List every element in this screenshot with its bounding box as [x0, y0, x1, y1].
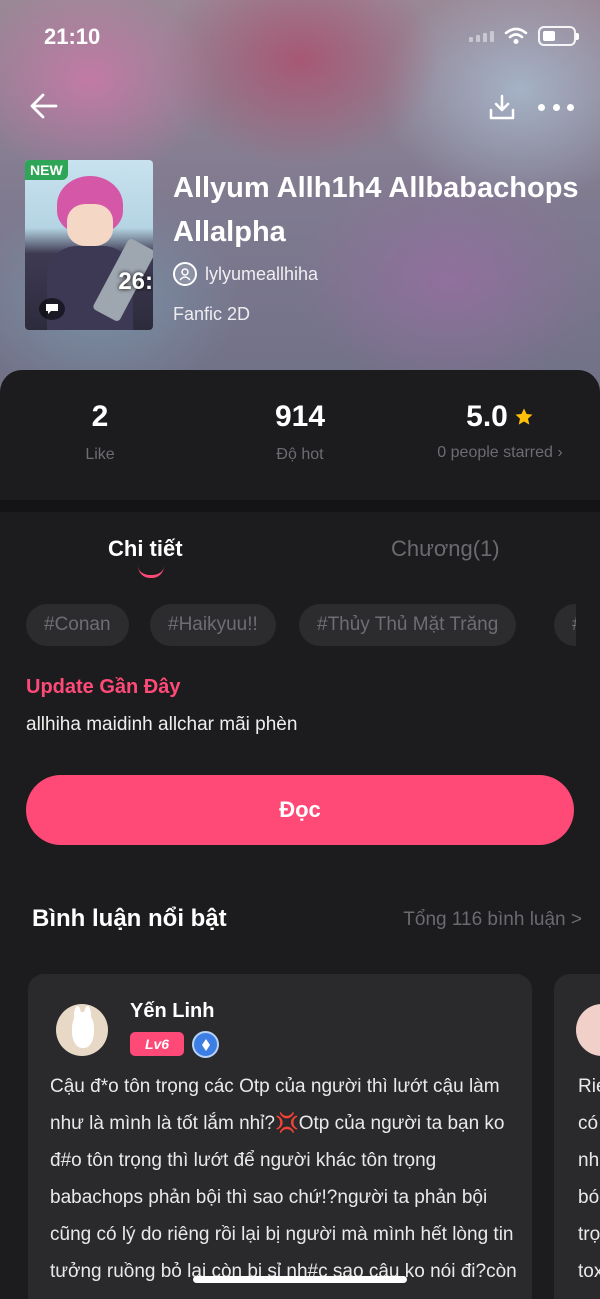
story-title: Allyum Allh1h4 Allbabachops Allalpha: [173, 172, 579, 248]
stat-like: 2 Like: [85, 400, 115, 463]
author-avatar-icon: [173, 262, 197, 286]
story-detail-sheet: 2 Like 914 Độ hot 5.0 0 people starred ›…: [0, 370, 600, 1299]
back-button[interactable]: [28, 90, 60, 122]
tab-bar: Chi tiết Chương(1): [0, 530, 600, 580]
download-button[interactable]: [487, 92, 517, 122]
new-badge: NEW: [25, 160, 68, 180]
achievement-badge-icon: [192, 1031, 219, 1058]
read-button[interactable]: Đọc: [26, 775, 574, 845]
signal-icon: [469, 30, 494, 42]
comment-card[interactable]: Yến Linh Lv6 Cậu đ*o tôn trọng các Otp c…: [28, 974, 532, 1299]
tag-chip[interactable]: #Thủy Thủ Mặt Trăng: [299, 604, 517, 646]
comments-heading: Bình luận nổi bật: [32, 905, 227, 932]
tag-chip[interactable]: #Conan: [26, 604, 129, 646]
author-row[interactable]: lylyumeallhiha: [173, 262, 318, 286]
comment-text: Rie có nh bó trọ tox kh: [578, 1076, 600, 1299]
comment-card[interactable]: Rie có nh bó trọ tox kh: [554, 974, 600, 1299]
stats-row: 2 Like 914 Độ hot 5.0 0 people starred ›: [0, 370, 600, 500]
battery-icon: [538, 26, 579, 46]
update-text: allhiha maidinh allchar mãi phèn: [26, 714, 298, 735]
tab-chapters[interactable]: Chương(1): [391, 536, 500, 562]
all-comments-link[interactable]: Tổng 116 bình luận >: [403, 909, 582, 931]
status-icons: [469, 26, 579, 46]
tag-chip[interactable]: #: [554, 604, 576, 646]
home-indicator[interactable]: [193, 1276, 407, 1283]
tab-details[interactable]: Chi tiết: [108, 536, 183, 562]
tag-list: #Conan #Haikyuu!! #Thủy Thủ Mặt Trăng #: [26, 604, 576, 648]
status-time: 21:10: [44, 24, 101, 49]
level-badge: Lv6: [130, 1032, 184, 1056]
arrow-left-icon: [30, 93, 58, 119]
stat-hot: 914 Độ hot: [274, 400, 326, 463]
section-divider: [0, 500, 600, 512]
update-heading: Update Gần Đây: [26, 676, 181, 698]
story-cover[interactable]: NEW 26:: [25, 160, 153, 330]
avatar[interactable]: [576, 1004, 600, 1056]
cover-number: 26:: [118, 268, 153, 295]
more-options-button[interactable]: [538, 92, 574, 122]
rating-value: 5.0: [466, 400, 508, 433]
chat-bubble-icon: [39, 298, 65, 320]
star-icon: [515, 408, 533, 425]
avatar[interactable]: [56, 1004, 108, 1056]
download-icon: [489, 94, 515, 120]
stat-rating[interactable]: 5.0 0 people starred ›: [400, 400, 600, 462]
more-horizontal-icon: [538, 103, 545, 111]
story-genre: Fanfic 2D: [173, 304, 251, 324]
author-name: lylyumeallhiha: [205, 263, 319, 284]
anger-emoji-icon: 💢: [275, 1113, 299, 1134]
comment-text: Cậu đ*o tôn trọng các Otp của người thì …: [50, 1076, 517, 1299]
status-bar: 21:10: [0, 0, 600, 70]
story-header-background: 21:10 NEW 26: Allyum Allh1h4 Allbabachop…: [0, 0, 600, 420]
tag-chip[interactable]: #Haikyuu!!: [150, 604, 276, 646]
active-tab-indicator: [138, 566, 164, 578]
wifi-icon: [504, 27, 528, 44]
commenter-name[interactable]: Yến Linh: [130, 1000, 214, 1023]
